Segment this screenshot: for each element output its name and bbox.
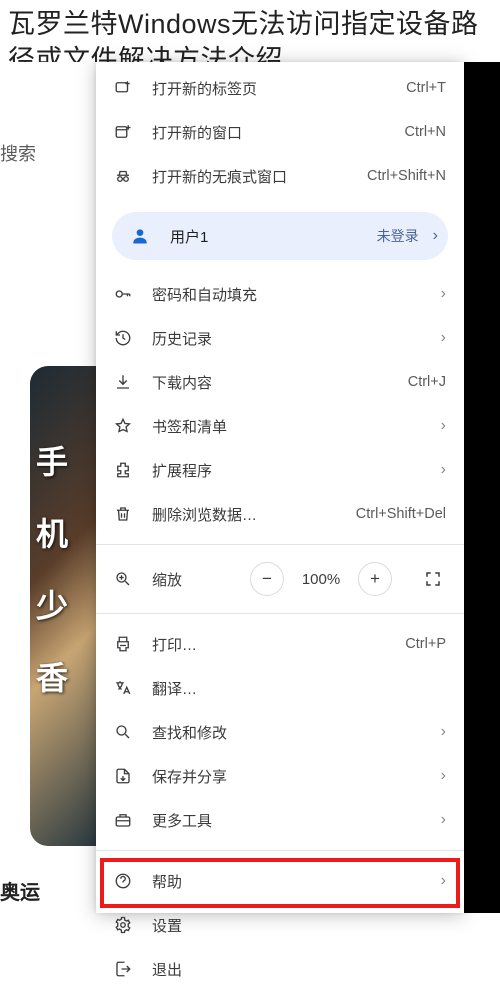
search-icon — [112, 723, 134, 741]
hotkey: Ctrl+J — [408, 374, 446, 390]
menu-settings[interactable]: 设置 — [96, 903, 464, 947]
zoom-in-button[interactable]: + — [358, 562, 392, 596]
zoom-icon — [112, 570, 134, 588]
menu-label: 打开新的标签页 — [152, 78, 406, 99]
fullscreen-button[interactable] — [418, 564, 448, 594]
new-tab-icon — [112, 79, 134, 97]
menu-passwords[interactable]: 密码和自动填充 › — [96, 272, 464, 316]
separator — [96, 613, 464, 614]
menu-label: 扩展程序 — [152, 460, 435, 481]
menu-save-share[interactable]: 保存并分享 › — [96, 754, 464, 798]
zoom-label: 缩放 — [152, 569, 250, 590]
game-thumbnail: 手机少香 — [30, 366, 96, 846]
menu-label: 帮助 — [152, 871, 435, 892]
menu-extensions[interactable]: 扩展程序 › — [96, 448, 464, 492]
chevron-right-icon: › — [441, 461, 446, 479]
menu-label: 保存并分享 — [152, 766, 435, 787]
hotkey: Ctrl+T — [406, 80, 446, 96]
menu-history[interactable]: 历史记录 › — [96, 316, 464, 360]
toolbox-icon — [112, 811, 134, 829]
menu-clear-data[interactable]: 删除浏览数据… Ctrl+Shift+Del — [96, 492, 464, 536]
menu-new-window[interactable]: 打开新的窗口 Ctrl+N — [96, 110, 464, 154]
trash-icon — [112, 505, 134, 523]
menu-label: 退出 — [152, 959, 446, 980]
menu-print[interactable]: 打印… Ctrl+P — [96, 622, 464, 666]
chrome-menu: 打开新的标签页 Ctrl+T 打开新的窗口 Ctrl+N 打开新的无痕式窗口 C… — [96, 62, 464, 913]
menu-label: 打开新的无痕式窗口 — [152, 166, 367, 187]
thumbnail-text: 手机少香 — [36, 426, 68, 714]
help-icon — [112, 872, 134, 890]
menu-profile[interactable]: 用户1 未登录 › — [112, 212, 448, 260]
menu-label: 历史记录 — [152, 328, 435, 349]
chevron-right-icon: › — [441, 329, 446, 347]
menu-more-tools[interactable]: 更多工具 › — [96, 798, 464, 842]
chevron-right-icon: › — [441, 417, 446, 435]
separator — [96, 544, 464, 545]
chevron-right-icon: › — [441, 767, 446, 785]
history-icon — [112, 329, 134, 347]
exit-icon — [112, 960, 134, 978]
star-icon — [112, 417, 134, 435]
hotkey: Ctrl+P — [405, 636, 446, 652]
menu-incognito[interactable]: 打开新的无痕式窗口 Ctrl+Shift+N — [96, 154, 464, 198]
save-share-icon — [112, 767, 134, 785]
menu-label: 密码和自动填充 — [152, 284, 435, 305]
incognito-icon — [112, 167, 134, 185]
menu-translate[interactable]: 翻译… — [96, 666, 464, 710]
chevron-right-icon: › — [441, 723, 446, 741]
menu-find-edit[interactable]: 查找和修改 › — [96, 710, 464, 754]
hotkey: Ctrl+N — [405, 124, 447, 140]
new-window-icon — [112, 123, 134, 141]
screenshot-frame: 搜索 手机少香 奥运 打开新的标签页 Ctrl+T 打开新的窗口 Ctrl+N … — [0, 62, 500, 913]
hotkey: Ctrl+Shift+Del — [356, 506, 446, 522]
menu-label: 翻译… — [152, 678, 446, 699]
menu-downloads[interactable]: 下载内容 Ctrl+J — [96, 360, 464, 404]
download-icon — [112, 373, 134, 391]
hotkey: Ctrl+Shift+N — [367, 168, 446, 184]
menu-bookmarks[interactable]: 书签和清单 › — [96, 404, 464, 448]
chevron-right-icon: › — [441, 285, 446, 303]
menu-exit[interactable]: 退出 — [96, 947, 464, 991]
gear-icon — [112, 916, 134, 934]
profile-label: 用户1 — [170, 226, 377, 247]
zoom-value: 100% — [300, 571, 342, 588]
menu-label: 设置 — [152, 915, 446, 936]
page-background: 搜索 手机少香 奥运 — [0, 62, 96, 913]
key-icon — [112, 285, 134, 303]
zoom-out-button[interactable]: − — [250, 562, 284, 596]
menu-label: 下载内容 — [152, 372, 408, 393]
right-border — [464, 62, 500, 913]
print-icon — [112, 635, 134, 653]
chevron-right-icon: › — [441, 872, 446, 890]
menu-label: 书签和清单 — [152, 416, 435, 437]
menu-help[interactable]: 帮助 › — [96, 859, 464, 903]
menu-label: 删除浏览数据… — [152, 504, 356, 525]
profile-status: 未登录 — [377, 226, 419, 246]
menu-label: 打印… — [152, 634, 405, 655]
menu-zoom: 缩放 − 100% + — [96, 553, 464, 605]
profile-icon — [128, 226, 152, 246]
chevron-right-icon: › — [433, 227, 438, 245]
search-label: 搜索 — [0, 140, 36, 166]
bottom-text: 奥运 — [0, 876, 40, 905]
chevron-right-icon: › — [441, 811, 446, 829]
menu-label: 查找和修改 — [152, 722, 435, 743]
extension-icon — [112, 461, 134, 479]
menu-new-tab[interactable]: 打开新的标签页 Ctrl+T — [96, 66, 464, 110]
translate-icon — [112, 679, 134, 697]
menu-label: 更多工具 — [152, 810, 435, 831]
menu-label: 打开新的窗口 — [152, 122, 405, 143]
separator — [96, 850, 464, 851]
